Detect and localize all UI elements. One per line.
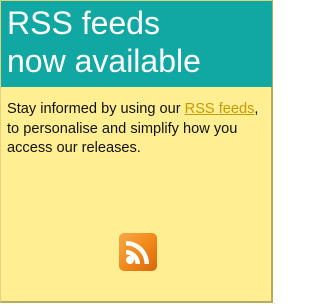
promo-description: Stay informed by using our RSS feeds, to…: [7, 100, 269, 159]
description-lead: Stay informed by using our: [7, 101, 185, 117]
rss-promo-panel: RSS feeds now available Stay informed by…: [0, 0, 273, 303]
rss-feeds-link[interactable]: RSS feeds: [185, 101, 255, 117]
rss-icon-graphic: [119, 233, 157, 271]
rss-icon-background: [119, 233, 157, 271]
title-line-1: RSS feeds: [7, 5, 160, 41]
rss-feed-icon[interactable]: [119, 233, 157, 271]
title-line-2: now available: [7, 43, 201, 79]
promo-title: RSS feeds now available: [1, 1, 272, 87]
